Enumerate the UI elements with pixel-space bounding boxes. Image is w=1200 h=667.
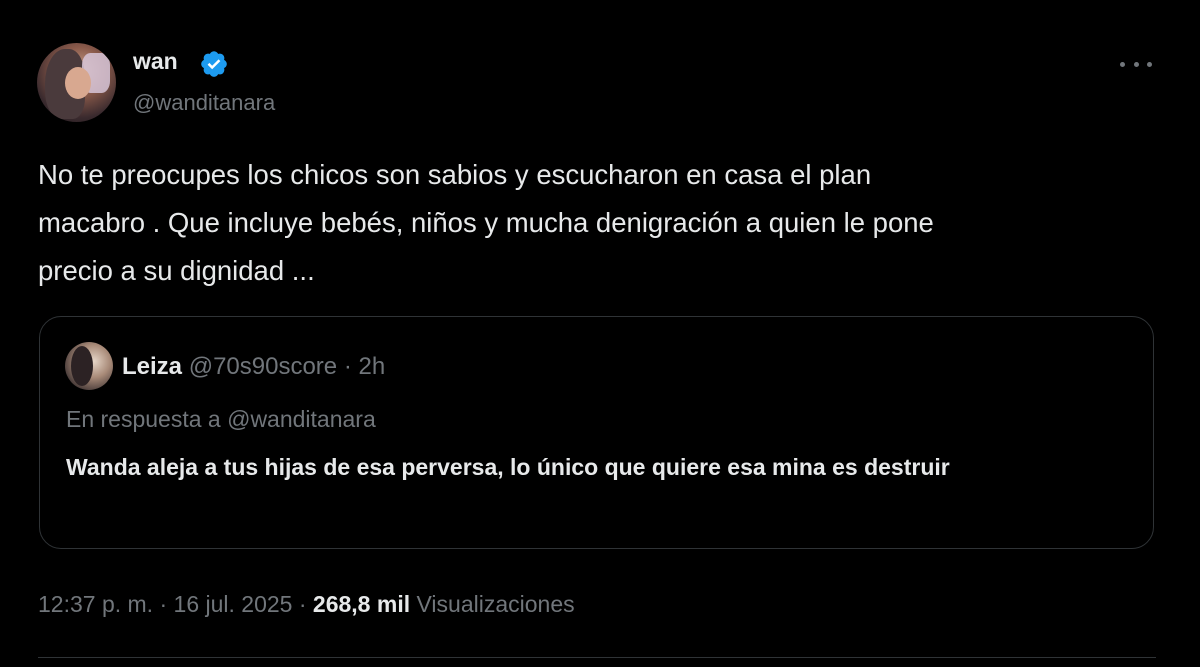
tweet-time[interactable]: 12:37 p. m. [38, 591, 153, 617]
quoted-separator: · [343, 353, 352, 380]
author-avatar[interactable] [37, 43, 116, 122]
meta-separator: · [159, 591, 168, 617]
tweet-meta: 12:37 p. m. · 16 jul. 2025 · 268,8 mil V… [38, 589, 575, 619]
tweet-text: No te preocupes los chicos son sabios y … [38, 159, 934, 286]
views-label[interactable]: Visualizaciones [417, 591, 575, 617]
tweet-date[interactable]: 16 jul. 2025 [174, 591, 293, 617]
author-handle[interactable]: @wanditanara [133, 89, 275, 117]
quoted-tweet-header: Leiza @70s90score · 2h [122, 353, 385, 381]
views-count[interactable]: 268,8 mil [313, 591, 410, 617]
quoted-author-avatar[interactable] [65, 342, 113, 390]
quoted-tweet-text: Wanda aleja a tus hijas de esa perversa,… [66, 454, 950, 480]
author-display-name[interactable]: wan [133, 47, 178, 75]
quoted-timestamp[interactable]: 2h [359, 353, 386, 380]
quoted-author-name[interactable]: Leiza [122, 353, 182, 380]
more-dots-icon[interactable] [1116, 52, 1156, 76]
quoted-author-handle[interactable]: @70s90score [189, 353, 337, 380]
quoted-reply-to: En respuesta a @wanditanara [66, 406, 376, 432]
meta-separator: · [298, 591, 307, 617]
tweet-card: wan @wanditanara No te preocupes los chi… [0, 0, 1200, 667]
quoted-tweet[interactable]: Leiza @70s90score · 2h En respuesta a @w… [39, 316, 1154, 549]
divider [38, 657, 1156, 658]
verified-badge-icon [201, 51, 227, 77]
